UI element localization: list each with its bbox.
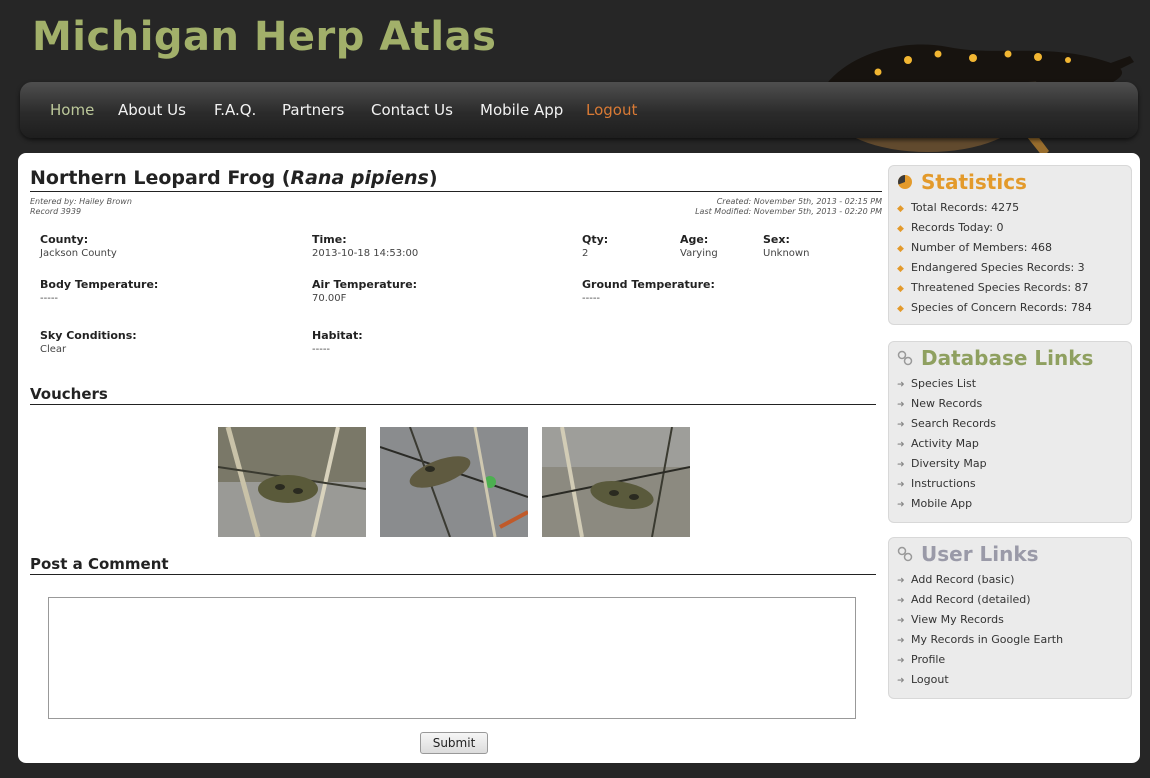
created-date: Created: November 5th, 2013 - 02:15 PM bbox=[716, 197, 882, 206]
bullet-icon: ◆ bbox=[897, 204, 904, 214]
database-link-item[interactable]: ➜ New Records bbox=[897, 394, 996, 414]
arrow-right-icon: ➜ bbox=[897, 400, 905, 410]
view-my-records-link[interactable]: View My Records bbox=[911, 613, 1004, 626]
time-field: Time: 2013-10-18 14:53:00 bbox=[312, 233, 419, 259]
statistics-title: Statistics bbox=[921, 170, 1027, 194]
record-number: Record 3939 bbox=[30, 207, 82, 216]
database-links-list: ➜ Species List ➜ New Records ➜ Search Recor… bbox=[897, 374, 996, 514]
activity-map-link[interactable]: Activity Map bbox=[911, 437, 979, 450]
vouchers-heading: Vouchers bbox=[30, 385, 876, 405]
database-link-item[interactable]: ➜ Search Records bbox=[897, 414, 996, 434]
user-links-box: User Links ➜ Add Record (basic) ➜ Add Reco… bbox=[888, 537, 1132, 699]
arrow-right-icon: ➜ bbox=[897, 440, 905, 450]
user-link-item[interactable]: ➜ Add Record (basic) bbox=[897, 570, 1063, 590]
diversity-map-link[interactable]: Diversity Map bbox=[911, 457, 987, 470]
user-links-list: ➜ Add Record (basic) ➜ Add Record (detaile… bbox=[897, 570, 1063, 690]
instructions-link[interactable]: Instructions bbox=[911, 477, 976, 490]
comment-textarea[interactable] bbox=[48, 597, 856, 719]
record-dates: Created: November 5th, 2013 - 02:15 PM L… bbox=[695, 197, 882, 217]
county-field: County: Jackson County bbox=[40, 233, 117, 259]
database-link-item[interactable]: ➜ Activity Map bbox=[897, 434, 996, 454]
main-navigation-bar: Home About Us F.A.Q. Partners Contact Us… bbox=[20, 82, 1138, 138]
scientific-name: Rana pipiens bbox=[290, 167, 429, 189]
arrow-right-icon: ➜ bbox=[897, 596, 905, 606]
profile-link[interactable]: Profile bbox=[911, 653, 945, 666]
modified-date: Last Modified: November 5th, 2013 - 02:2… bbox=[695, 207, 882, 216]
statistics-item: ◆ Species of Concern Records: 784 bbox=[897, 298, 1092, 318]
user-link-item[interactable]: ➜ Logout bbox=[897, 670, 1063, 690]
nav-home[interactable]: Home bbox=[50, 101, 94, 119]
mobile-app-link[interactable]: Mobile App bbox=[911, 497, 972, 510]
database-link-item[interactable]: ➜ Diversity Map bbox=[897, 454, 996, 474]
database-links-box: Database Links ➜ Species List ➜ New Record… bbox=[888, 341, 1132, 523]
bullet-icon: ◆ bbox=[897, 244, 904, 254]
nav-contact-us[interactable]: Contact Us bbox=[371, 101, 453, 119]
add-record-detailed-link[interactable]: Add Record (detailed) bbox=[911, 593, 1031, 606]
arrow-right-icon: ➜ bbox=[897, 420, 905, 430]
add-record-basic-link[interactable]: Add Record (basic) bbox=[911, 573, 1014, 586]
search-records-link[interactable]: Search Records bbox=[911, 417, 996, 430]
arrow-right-icon: ➜ bbox=[897, 576, 905, 586]
air-temperature-field: Air Temperature: 70.00F bbox=[312, 278, 418, 304]
submit-button[interactable]: Submit bbox=[420, 732, 488, 754]
nav-about-us[interactable]: About Us bbox=[118, 101, 186, 119]
voucher-photo[interactable] bbox=[542, 427, 690, 537]
content-panel: Northern Leopard Frog (Rana pipiens) Ent… bbox=[18, 153, 1140, 763]
body-temperature-field: Body Temperature: ----- bbox=[40, 278, 159, 304]
site-title: Michigan Herp Atlas bbox=[32, 14, 497, 60]
user-link-item[interactable]: ➜ My Records in Google Earth bbox=[897, 630, 1063, 650]
nav-faq[interactable]: F.A.Q. bbox=[214, 101, 256, 119]
record-meta: Entered by: Hailey Brown Record 3939 bbox=[30, 197, 132, 217]
post-comment-heading: Post a Comment bbox=[30, 555, 876, 575]
arrow-right-icon: ➜ bbox=[897, 500, 905, 510]
arrow-right-icon: ➜ bbox=[897, 480, 905, 490]
statistics-item: ◆ Threatened Species Records: 87 bbox=[897, 278, 1092, 298]
bullet-icon: ◆ bbox=[897, 224, 904, 234]
sky-conditions-field: Sky Conditions: Clear bbox=[40, 329, 137, 355]
arrow-right-icon: ➜ bbox=[897, 656, 905, 666]
nav-mobile-app[interactable]: Mobile App bbox=[480, 101, 563, 119]
statistics-list: ◆ Total Records: 4275 ◆ Records Today: 0 ◆… bbox=[897, 198, 1092, 318]
user-link-item[interactable]: ➜ View My Records bbox=[897, 610, 1063, 630]
nav-partners[interactable]: Partners bbox=[282, 101, 344, 119]
record-title: Northern Leopard Frog (Rana pipiens) bbox=[30, 167, 882, 192]
statistics-item: ◆ Number of Members: 468 bbox=[897, 238, 1092, 258]
entered-by: Entered by: Hailey Brown bbox=[30, 197, 132, 206]
arrow-right-icon: ➜ bbox=[897, 616, 905, 626]
nav-logout[interactable]: Logout bbox=[586, 101, 637, 119]
arrow-right-icon: ➜ bbox=[897, 460, 905, 470]
statistics-item: ◆ Records Today: 0 bbox=[897, 218, 1092, 238]
statistics-item: ◆ Total Records: 4275 bbox=[897, 198, 1092, 218]
habitat-field: Habitat: ----- bbox=[312, 329, 363, 355]
statistics-item: ◆ Endangered Species Records: 3 bbox=[897, 258, 1092, 278]
user-link-item[interactable]: ➜ Add Record (detailed) bbox=[897, 590, 1063, 610]
age-field: Age: Varying bbox=[680, 233, 718, 259]
bullet-icon: ◆ bbox=[897, 304, 904, 314]
ground-temperature-field: Ground Temperature: ----- bbox=[582, 278, 715, 304]
species-list-link[interactable]: Species List bbox=[911, 377, 976, 390]
my-records-google-earth-link[interactable]: My Records in Google Earth bbox=[911, 633, 1063, 646]
arrow-right-icon: ➜ bbox=[897, 676, 905, 686]
database-links-title: Database Links bbox=[921, 346, 1094, 370]
arrow-right-icon: ➜ bbox=[897, 380, 905, 390]
bullet-icon: ◆ bbox=[897, 284, 904, 294]
logout-link[interactable]: Logout bbox=[911, 673, 949, 686]
user-links-title: User Links bbox=[921, 542, 1039, 566]
arrow-right-icon: ➜ bbox=[897, 636, 905, 646]
record-detail: Northern Leopard Frog (Rana pipiens) Ent… bbox=[30, 167, 882, 754]
qty-field: Qty: 2 bbox=[582, 233, 609, 259]
database-link-item[interactable]: ➜ Species List bbox=[897, 374, 996, 394]
link-icon bbox=[897, 546, 913, 562]
user-link-item[interactable]: ➜ Profile bbox=[897, 650, 1063, 670]
voucher-photo[interactable] bbox=[218, 427, 366, 537]
new-records-link[interactable]: New Records bbox=[911, 397, 982, 410]
pie-chart-icon bbox=[898, 175, 912, 189]
sex-field: Sex: Unknown bbox=[763, 233, 810, 259]
link-icon bbox=[897, 350, 913, 366]
bullet-icon: ◆ bbox=[897, 264, 904, 274]
voucher-photo[interactable] bbox=[380, 427, 528, 537]
database-link-item[interactable]: ➜ Instructions bbox=[897, 474, 996, 494]
database-link-item[interactable]: ➜ Mobile App bbox=[897, 494, 996, 514]
statistics-box: Statistics ◆ Total Records: 4275 ◆ Records… bbox=[888, 165, 1132, 325]
